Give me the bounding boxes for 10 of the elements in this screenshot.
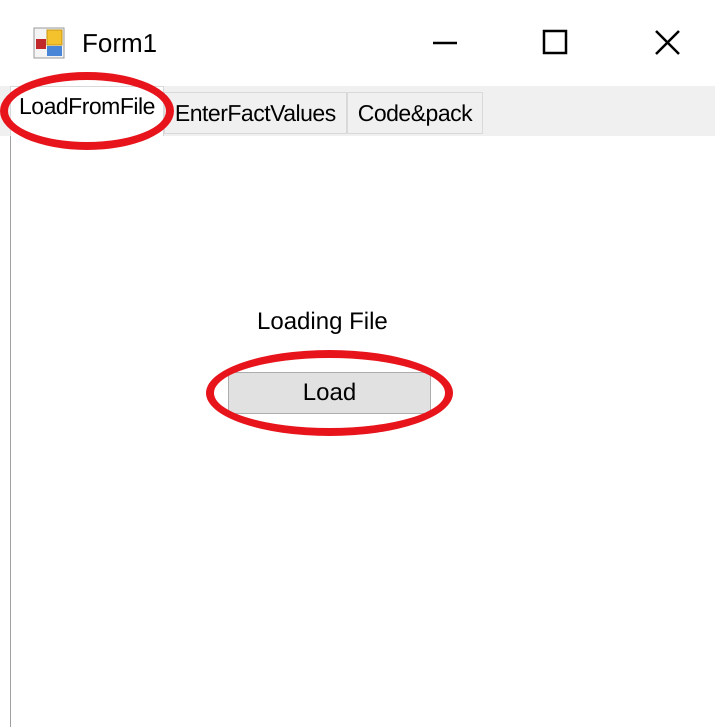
tab[interactable]: EnterFactValues [164,92,347,134]
window-title: Form1 [82,26,158,60]
panel-label: Loading File [257,307,389,337]
minimize-icon [432,41,458,45]
load-button[interactable]: Load [228,372,431,414]
maximize-icon [541,29,569,57]
app-icon [33,27,65,59]
tab[interactable]: LoadFromFile [10,86,164,136]
tab[interactable]: Code&pack [346,92,484,134]
close-icon [653,29,681,57]
